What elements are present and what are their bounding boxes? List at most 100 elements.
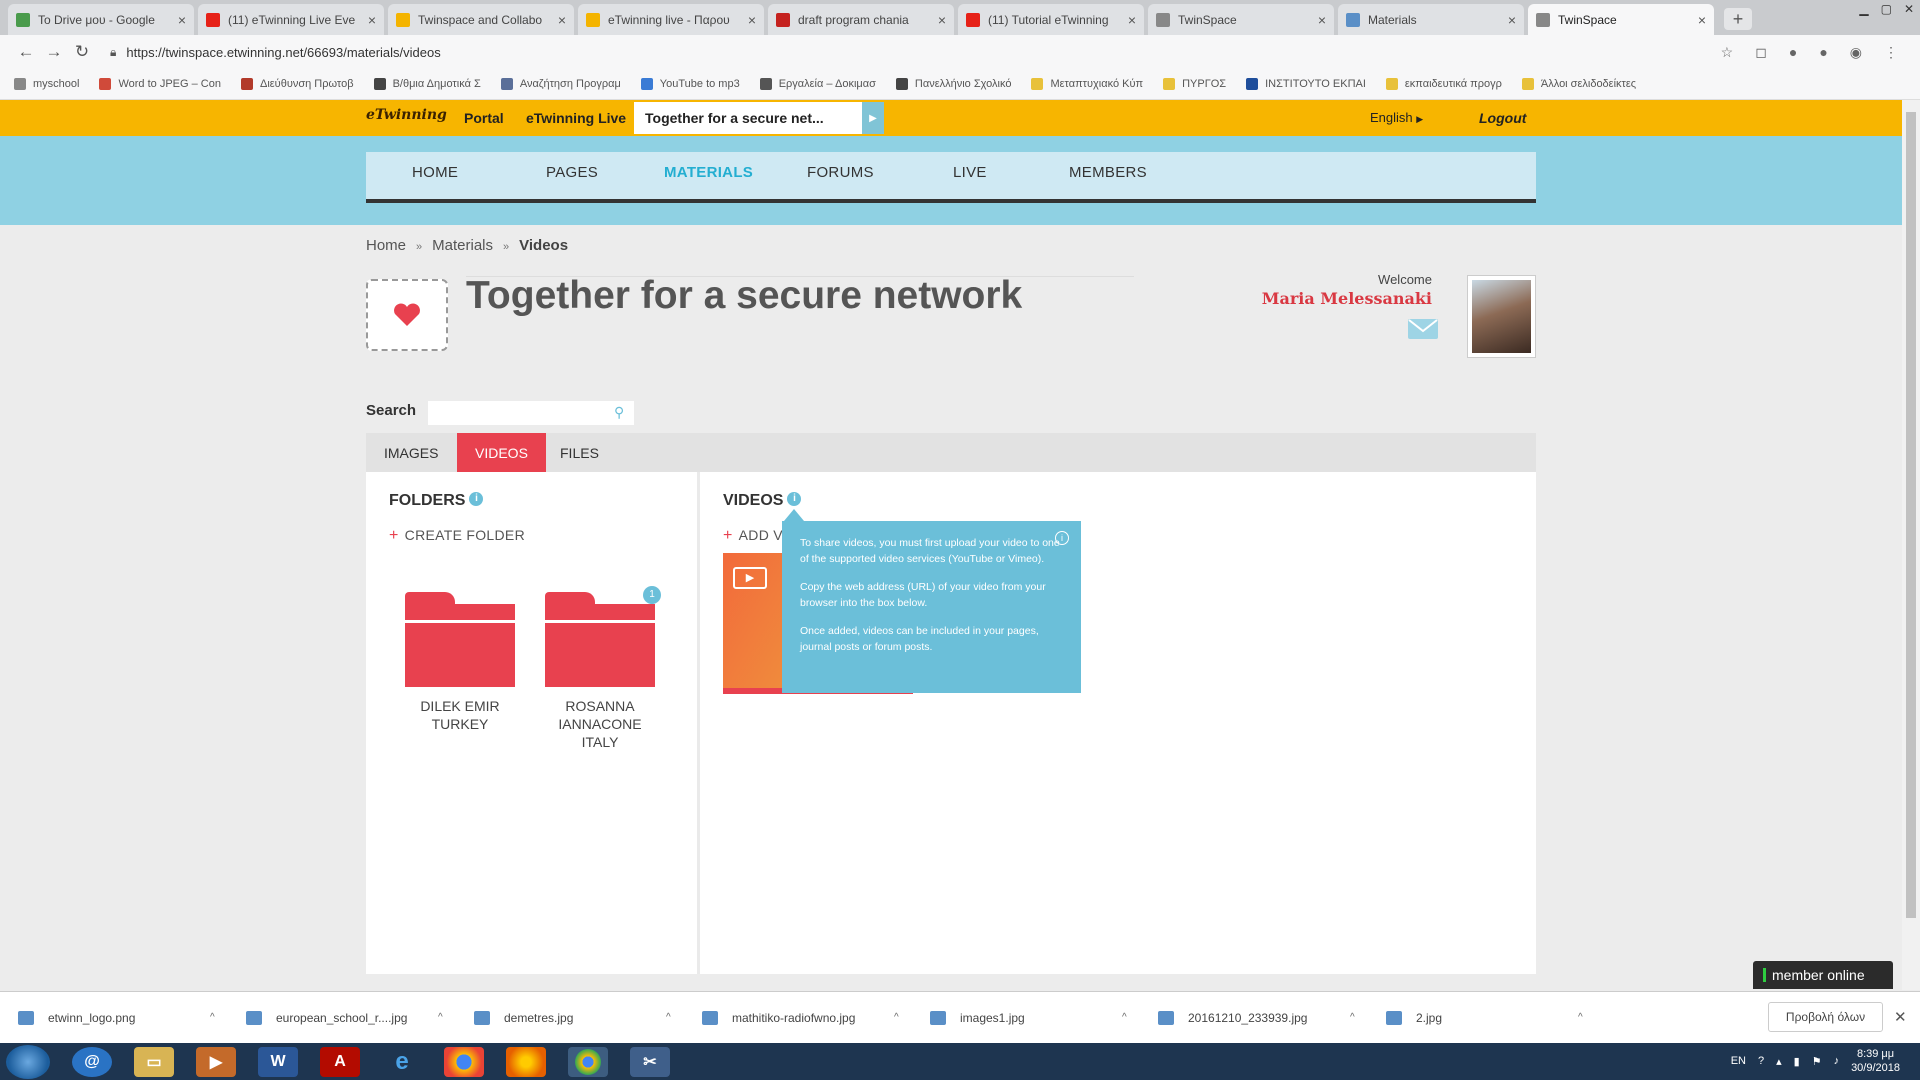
show-all-downloads-button[interactable]: Προβολή όλων	[1768, 1002, 1883, 1032]
download-item[interactable]: demetres.jpg ^	[474, 1010, 702, 1025]
chevron-up-icon[interactable]: ^	[1578, 1012, 1583, 1023]
breadcrumb-materials[interactable]: Materials	[432, 237, 493, 254]
url-text[interactable]: https://twinspace.etwinning.net/66693/ma…	[126, 45, 440, 60]
browser-tab[interactable]: (11) eTwinning Live Eve ×	[198, 4, 384, 35]
chevron-up-icon[interactable]: ^	[1122, 1012, 1127, 1023]
mail-icon[interactable]	[1408, 319, 1438, 339]
download-item[interactable]: 20161210_233939.jpg ^	[1158, 1010, 1386, 1025]
firefox-icon[interactable]	[506, 1046, 546, 1077]
chrome-active-icon[interactable]	[568, 1046, 608, 1077]
bookmark-item[interactable]: myschool	[14, 78, 79, 90]
portal-link[interactable]: Portal	[464, 110, 504, 126]
browser-tab[interactable]: Το Drive μου - Google ×	[8, 4, 194, 35]
etwinning-logo[interactable]: eTwinning	[366, 107, 447, 129]
menu-pages[interactable]: PAGES	[546, 164, 598, 181]
star-icon[interactable]: ☆	[1721, 44, 1734, 61]
clock[interactable]: 8:39 μμ 30/9/2018	[1851, 1047, 1900, 1075]
download-item[interactable]: european_school_r....jpg ^	[246, 1010, 474, 1025]
browser-tab[interactable]: Materials ×	[1338, 4, 1524, 35]
reload-icon[interactable]: ↻	[68, 42, 96, 62]
close-tab-icon[interactable]: ×	[368, 12, 376, 28]
chevron-up-icon[interactable]: ^	[438, 1012, 443, 1023]
download-item[interactable]: mathitiko-radiofwno.jpg ^	[702, 1010, 930, 1025]
back-icon[interactable]: ←	[12, 42, 40, 62]
member-online-widget[interactable]: member online	[1753, 961, 1893, 989]
tab-videos[interactable]: VIDEOS	[457, 433, 546, 472]
browser-tab[interactable]: TwinSpace ×	[1528, 4, 1714, 35]
network-icon[interactable]: ▮	[1794, 1055, 1800, 1068]
menu-members[interactable]: MEMBERS	[1069, 164, 1147, 181]
language-selector[interactable]: English ▶	[1370, 110, 1423, 125]
ie-app-icon[interactable]: @	[72, 1046, 112, 1077]
tab-images[interactable]: IMAGES	[366, 433, 456, 472]
close-tab-icon[interactable]: ×	[558, 12, 566, 28]
folder-item[interactable]: 1 ROSANNA IANNACONE ITALY	[545, 586, 661, 751]
videos-info-icon[interactable]: i	[787, 492, 802, 506]
chevron-up-icon[interactable]: ^	[666, 1012, 671, 1023]
menu-live[interactable]: LIVE	[953, 164, 987, 181]
breadcrumb-home[interactable]: Home	[366, 237, 406, 254]
download-item[interactable]: etwinn_logo.png ^	[18, 1010, 246, 1025]
extension-badge-icon[interactable]: ●	[1819, 44, 1827, 61]
close-tab-icon[interactable]: ×	[178, 12, 186, 28]
browser-tab[interactable]: Twinspace and Collabo ×	[388, 4, 574, 35]
page-scrollbar[interactable]	[1902, 100, 1920, 990]
extension-icon[interactable]: ◻	[1755, 44, 1767, 61]
chevron-up-icon[interactable]: ^	[1350, 1012, 1355, 1023]
search-input[interactable]	[428, 401, 634, 425]
scrollbar-thumb[interactable]	[1906, 112, 1916, 918]
browser-tab[interactable]: (11) Tutorial eTwinning ×	[958, 4, 1144, 35]
maximize-icon[interactable]: ▢	[1881, 2, 1892, 16]
close-downloads-icon[interactable]: ✕	[1894, 1008, 1907, 1026]
user-name-link[interactable]: Maria Melessanaki	[1262, 289, 1432, 308]
file-explorer-icon[interactable]: ▭	[134, 1046, 174, 1077]
bookmark-item[interactable]: εκπαιδευτικά προγρ	[1385, 78, 1502, 90]
folder-item[interactable]: DILEK EMIR TURKEY	[405, 592, 515, 733]
tab-files[interactable]: FILES	[542, 433, 617, 472]
profile-icon[interactable]: ◉	[1850, 44, 1862, 61]
media-player-icon[interactable]: ▶	[196, 1046, 236, 1077]
tray-expand-icon[interactable]: ▴	[1776, 1055, 1782, 1068]
etwinning-live-link[interactable]: eTwinning Live	[526, 110, 626, 126]
bookmark-item[interactable]: Εργαλεία – Δοκιμασ	[759, 78, 876, 90]
flag-icon[interactable]: ⚑	[1812, 1055, 1822, 1068]
download-item[interactable]: 2.jpg ^	[1386, 1010, 1614, 1025]
internet-explorer-icon[interactable]: e	[382, 1047, 422, 1077]
bookmark-item[interactable]: ΠΥΡΓΟΣ	[1163, 78, 1226, 90]
avatar[interactable]	[1467, 275, 1536, 358]
add-video-button[interactable]: + ADD V	[723, 527, 783, 545]
bookmark-item[interactable]: Μεταπτυχιακό Κύπ	[1031, 78, 1143, 90]
bookmark-item[interactable]: Πανελλήνιο Σχολικό	[895, 78, 1011, 90]
word-icon[interactable]: W	[258, 1046, 298, 1077]
new-tab-button[interactable]: +	[1724, 8, 1752, 30]
acrobat-icon[interactable]: A	[320, 1046, 360, 1077]
chrome-icon[interactable]	[444, 1046, 484, 1077]
project-selector-arrow-icon[interactable]: ▶	[862, 102, 884, 134]
close-tab-icon[interactable]: ×	[748, 12, 756, 28]
help-icon[interactable]: ?	[1758, 1055, 1764, 1067]
bookmark-item[interactable]: ΙΝΣΤΙΤΟΥΤΟ ΕΚΠΑΙ	[1246, 78, 1366, 90]
bookmark-item[interactable]: Αναζήτηση Προγραμ	[500, 78, 621, 90]
pinterest-icon[interactable]: ●	[1789, 44, 1797, 61]
bookmark-item[interactable]: Άλλοι σελιδοδείκτες	[1521, 78, 1636, 90]
bookmark-item[interactable]: Word to JPEG – Con	[99, 78, 221, 90]
url-bar[interactable]: 🔒︎ https://twinspace.etwinning.net/66693…	[110, 39, 1721, 65]
bookmark-item[interactable]: YouTube to mp3	[640, 78, 740, 90]
download-item[interactable]: images1.jpg ^	[930, 1010, 1158, 1025]
chevron-up-icon[interactable]: ^	[210, 1012, 215, 1023]
close-tab-icon[interactable]: ×	[1128, 12, 1136, 28]
bookmark-item[interactable]: Β/θμια Δημοτικά Σ	[373, 78, 481, 90]
menu-home[interactable]: HOME	[412, 164, 458, 181]
browser-tab[interactable]: eTwinning live - Παρου ×	[578, 4, 764, 35]
language-indicator[interactable]: EN	[1731, 1055, 1746, 1067]
menu-forums[interactable]: FORUMS	[807, 164, 874, 181]
forward-icon[interactable]: →	[40, 42, 68, 62]
volume-icon[interactable]: ♪	[1834, 1055, 1840, 1067]
browser-tab[interactable]: TwinSpace ×	[1148, 4, 1334, 35]
minimize-icon[interactable]: ▁	[1859, 2, 1868, 16]
chevron-up-icon[interactable]: ^	[894, 1012, 899, 1023]
browser-tab[interactable]: draft program chania ×	[768, 4, 954, 35]
search-icon[interactable]: ⚲	[614, 404, 624, 421]
project-selector[interactable]: Together for a secure net...	[634, 102, 870, 134]
start-button-icon[interactable]	[6, 1044, 50, 1079]
